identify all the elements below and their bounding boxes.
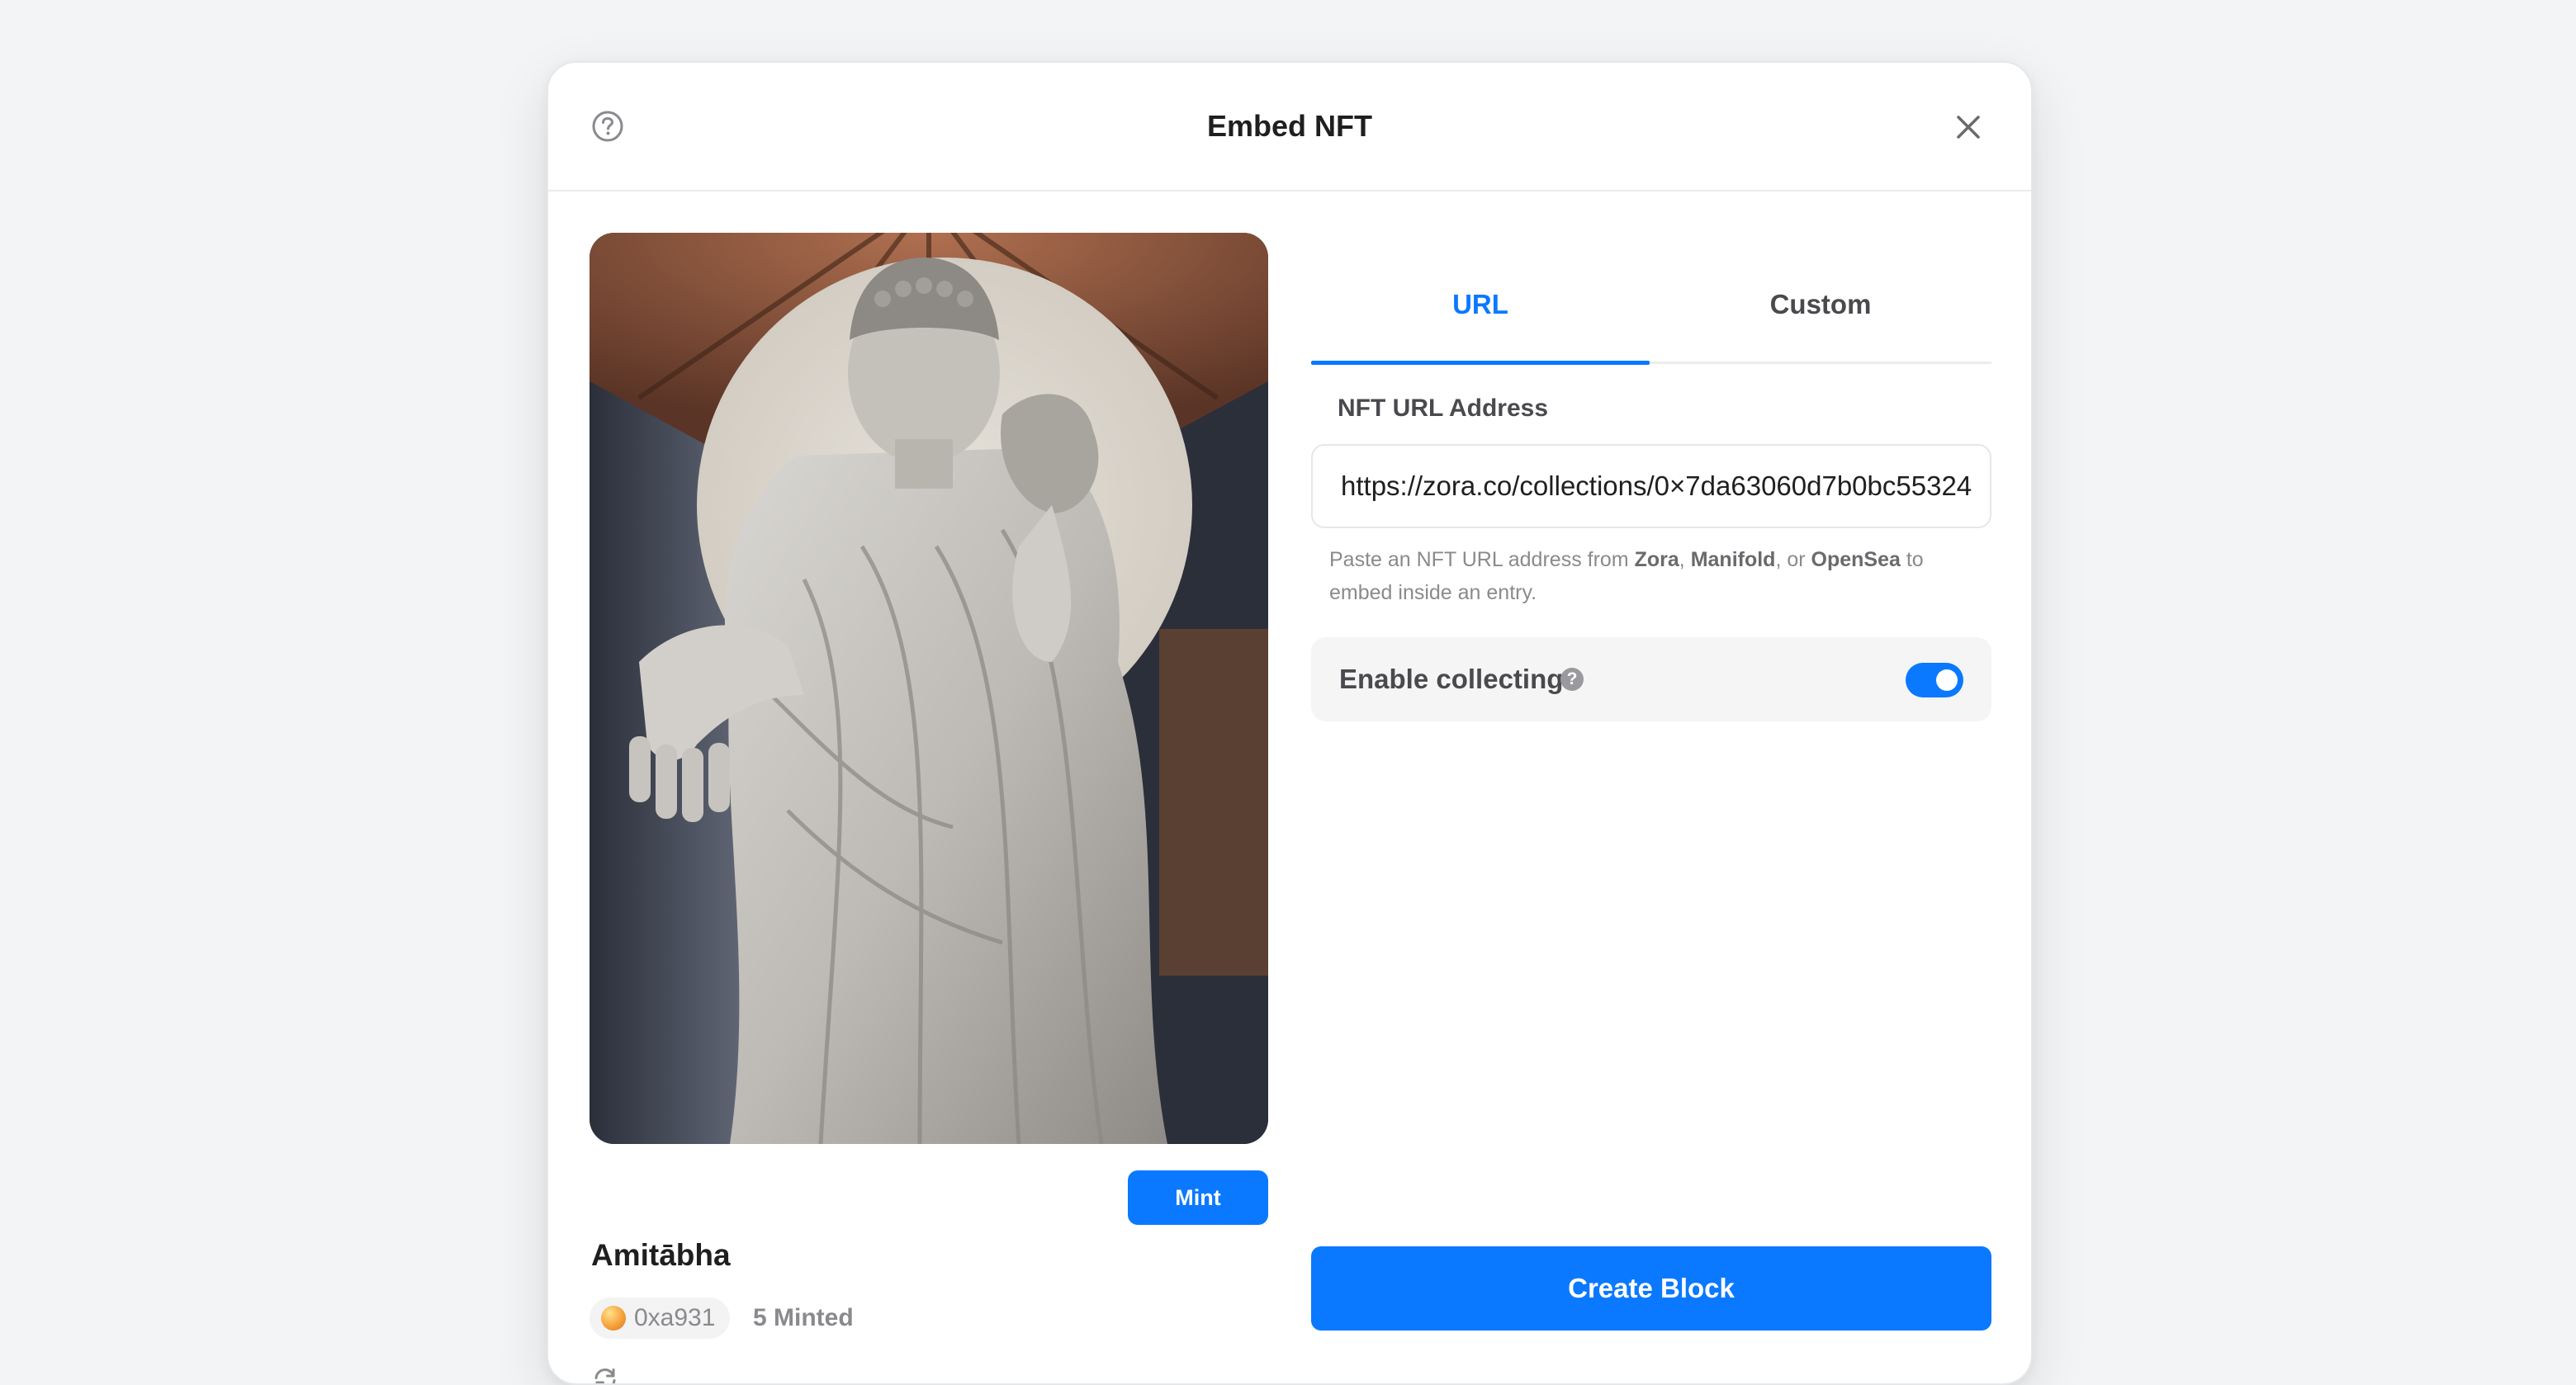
toggle-knob — [1936, 669, 1958, 691]
mint-button[interactable]: Mint — [1128, 1170, 1268, 1225]
enable-collecting-row: Enable collecting ? — [1311, 637, 1991, 721]
owner-address: 0xa931 — [634, 1304, 716, 1331]
refresh-icon[interactable] — [591, 1365, 619, 1385]
modal-header: Embed NFT — [548, 63, 2031, 191]
owner-chip[interactable]: 0xa931 — [590, 1298, 731, 1339]
url-help-text: Paste an NFT URL address from Zora, Mani… — [1329, 543, 1982, 609]
nft-preview-image — [590, 233, 1268, 1144]
nft-url-label: NFT URL Address — [1338, 395, 1549, 422]
close-icon[interactable] — [1950, 109, 1986, 145]
owner-avatar — [601, 1306, 626, 1331]
nft-title: Amitābha — [591, 1238, 731, 1272]
enable-collecting-label: Enable collecting — [1339, 664, 1564, 694]
help-sep1: , — [1679, 548, 1691, 571]
create-block-button[interactable]: Create Block — [1311, 1246, 1991, 1331]
help-text-prefix: Paste an NFT URL address from — [1329, 548, 1635, 571]
modal-title: Embed NFT — [1206, 109, 1372, 143]
embed-nft-modal: Embed NFT Amitābha Mint 0xa931 5 Minted … — [547, 61, 2033, 1385]
nft-url-input[interactable] — [1311, 444, 1991, 528]
minted-count: 5 Minted — [753, 1304, 854, 1331]
tab-custom[interactable]: Custom — [1650, 279, 1991, 365]
help-manifold: Manifold — [1690, 548, 1776, 571]
help-opensea: OpenSea — [1811, 548, 1901, 571]
tab-url[interactable]: URL — [1311, 279, 1650, 365]
help-sep2: , or — [1775, 548, 1811, 571]
active-tab-indicator — [1311, 361, 1650, 365]
enable-collecting-toggle[interactable] — [1906, 663, 1963, 697]
info-icon[interactable]: ? — [1560, 668, 1584, 691]
help-zora: Zora — [1634, 548, 1679, 571]
